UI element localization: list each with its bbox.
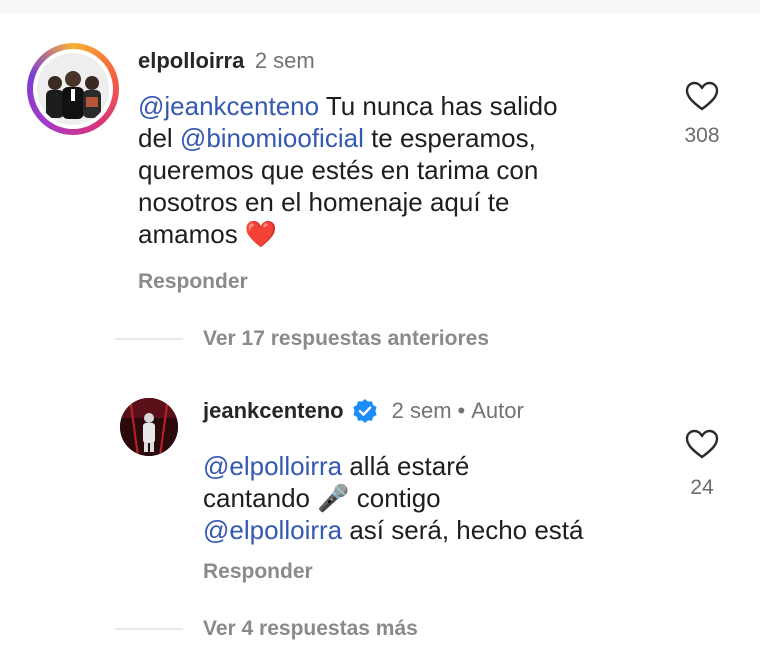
comment-text: te esperamos, (363, 123, 536, 153)
heart-icon (685, 81, 719, 111)
author-tag: Autor (471, 398, 524, 423)
like-button[interactable] (684, 428, 720, 465)
comment-text: así será, hecho está (342, 515, 584, 545)
comment-text: del (138, 123, 180, 153)
replies-divider (115, 628, 183, 630)
comment-text: amamos ❤️ (138, 219, 278, 249)
heart-icon (685, 429, 719, 459)
comment-text: nosotros en el homenaje aquí te (138, 187, 510, 217)
comment-text: cantando 🎤 contigo (203, 483, 441, 513)
comment-username[interactable]: elpolloirra (138, 48, 244, 73)
mention-link[interactable]: @elpolloirra (203, 515, 342, 545)
view-previous-replies[interactable]: Ver 17 respuestas anteriores (203, 327, 489, 351)
mention-link[interactable]: @binomiooficial (180, 123, 364, 153)
top-divider (0, 0, 760, 14)
comment-text: allá estaré (342, 451, 470, 481)
comment-text: Tu nunca has salido (319, 91, 558, 121)
comment-body: @jeankcenteno Tu nunca has salido del @b… (138, 90, 658, 250)
comment-body: @elpolloirra allá estaré cantando 🎤 cont… (203, 450, 673, 546)
mention-link[interactable]: @elpolloirra (203, 451, 342, 481)
like-count: 308 (684, 124, 720, 147)
separator: • (457, 398, 466, 423)
view-more-replies[interactable]: Ver 4 respuestas más (203, 617, 418, 641)
comment-username[interactable]: jeankcenteno (203, 398, 344, 424)
mention-link[interactable]: @jeankcenteno (138, 91, 319, 121)
avatar[interactable] (37, 53, 109, 125)
like-count: 24 (690, 476, 714, 499)
reply-button[interactable]: Responder (203, 560, 313, 584)
replies-divider (115, 338, 183, 340)
reply-button[interactable]: Responder (138, 270, 248, 294)
comment-time: 2 sem (391, 398, 452, 423)
verified-badge-icon (352, 398, 378, 424)
comment-time: 2 sem (254, 48, 315, 73)
comment-text: queremos que estés en tarima con (138, 155, 539, 185)
like-button[interactable] (684, 80, 720, 117)
avatar[interactable] (120, 398, 178, 456)
